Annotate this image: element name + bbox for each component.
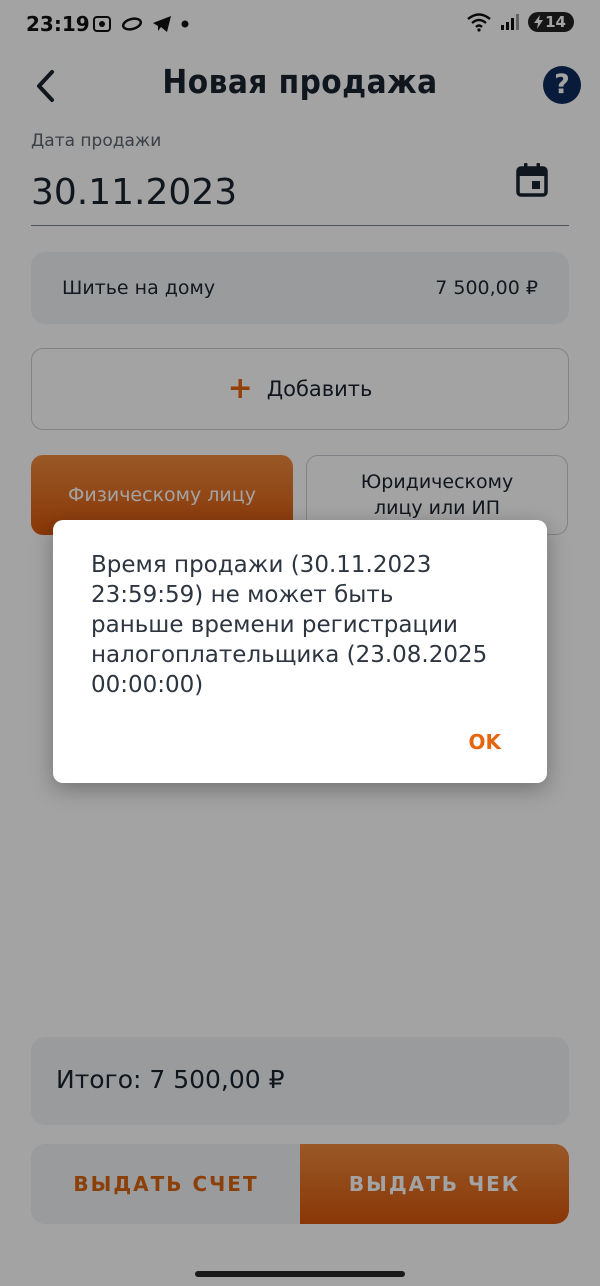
error-dialog: Время продажи (30.11.2023 23:59:59) не м… xyxy=(53,520,547,783)
dialog-ok-button[interactable]: OK xyxy=(469,730,502,754)
dialog-message: Время продажи (30.11.2023 23:59:59) не м… xyxy=(91,552,488,698)
